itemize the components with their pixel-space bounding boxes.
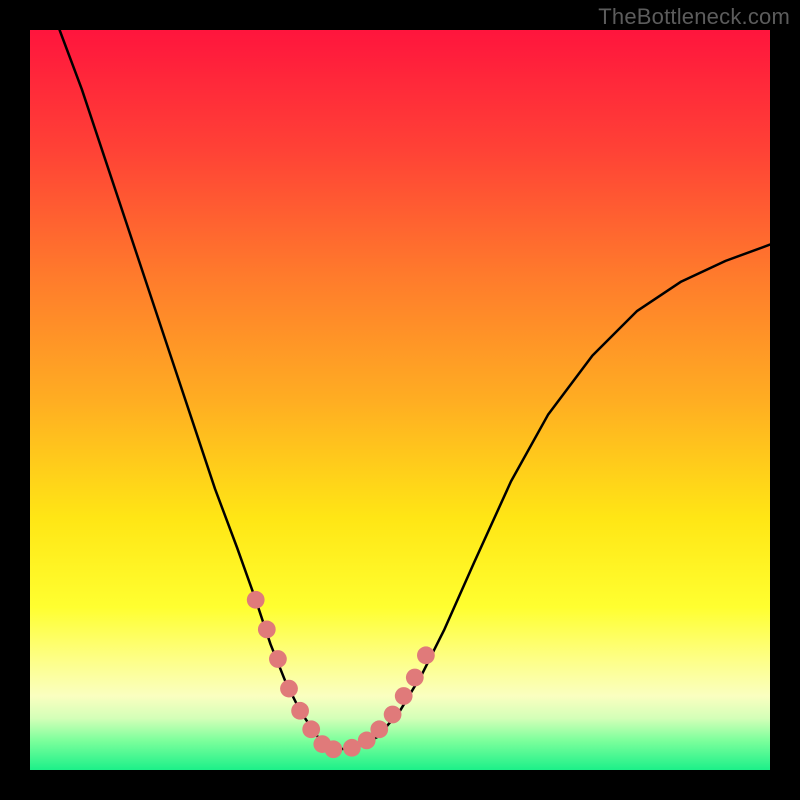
marker-dot	[269, 650, 287, 668]
marker-dot	[302, 720, 320, 738]
marker-dot	[395, 687, 413, 705]
marker-dot	[406, 669, 424, 687]
marker-dot	[417, 646, 435, 664]
marker-dot	[291, 702, 309, 720]
marker-dot	[280, 680, 298, 698]
marker-dot	[247, 591, 265, 609]
gradient-background	[30, 30, 770, 770]
watermark-text: TheBottleneck.com	[598, 4, 790, 30]
bottleneck-chart	[30, 30, 770, 770]
marker-dot	[258, 621, 276, 639]
marker-dot	[370, 720, 388, 738]
marker-dot	[325, 740, 343, 758]
chart-frame: TheBottleneck.com	[0, 0, 800, 800]
marker-dot	[384, 706, 402, 724]
